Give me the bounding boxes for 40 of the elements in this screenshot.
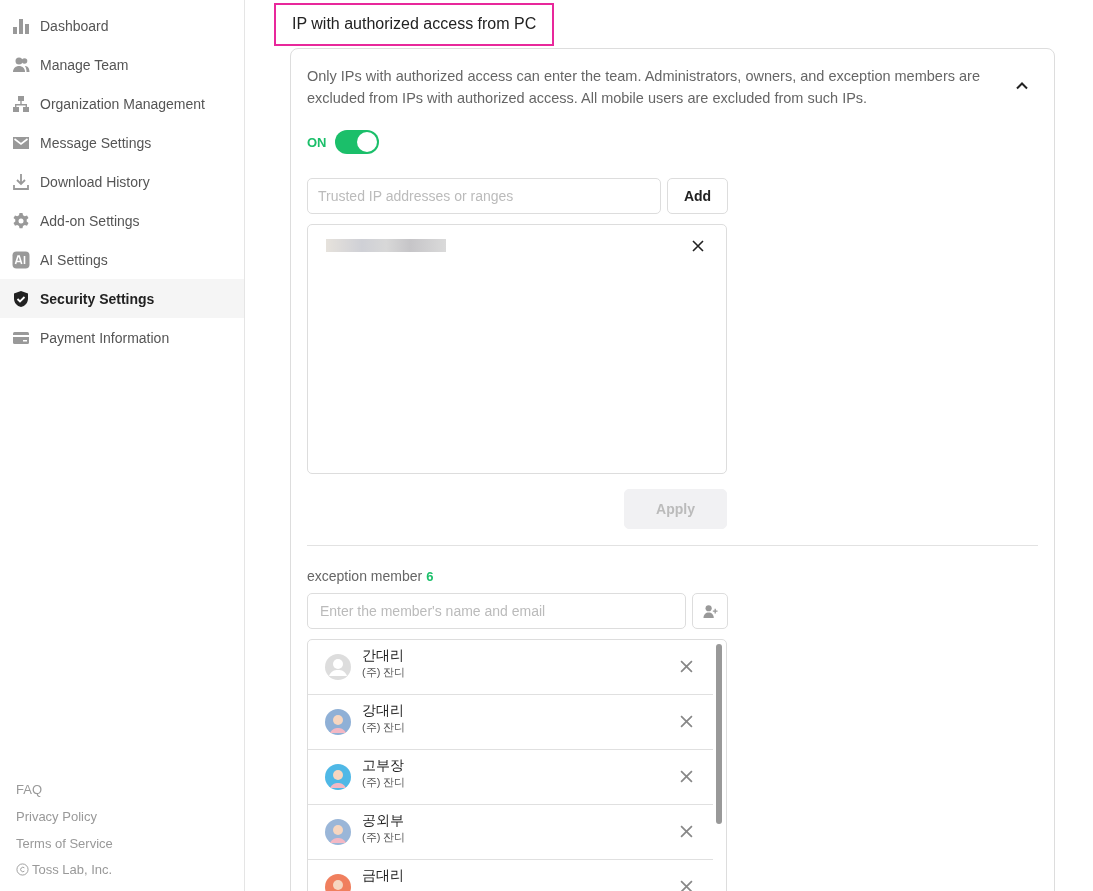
scrollbar[interactable]: [716, 644, 722, 824]
download-icon: [12, 172, 30, 191]
sidebar-item[interactable]: AI Settings: [0, 240, 244, 279]
sidebar-item[interactable]: Download History: [0, 162, 244, 201]
section-title: IP with authorized access from PC: [274, 3, 555, 46]
exception-label: exception member: [307, 568, 423, 584]
toggle-label: ON: [307, 134, 327, 150]
add-button[interactable]: Add: [667, 178, 728, 214]
sidebar-item[interactable]: Message Settings: [0, 123, 244, 162]
member-name: 공외부: [362, 813, 405, 830]
sidebar-item[interactable]: Organization Management: [0, 84, 244, 123]
member-name: 강대리: [362, 703, 405, 720]
remove-icon[interactable]: [692, 239, 704, 252]
bar-chart-icon: [12, 16, 30, 35]
add-person-icon: [702, 603, 718, 619]
member-search-field[interactable]: Enter the member's name and email: [307, 593, 686, 629]
member-org: (주) 잔디: [362, 830, 407, 844]
copyright-text: Toss Lab, Inc.: [32, 862, 113, 877]
people-icon: [12, 55, 30, 74]
ai-icon: [12, 250, 30, 269]
member-name: 간대리: [362, 648, 405, 665]
sidebar-item[interactable]: Payment Information: [0, 318, 244, 357]
member-name: 금대리: [362, 868, 405, 885]
member-org: (주) 잔디: [362, 720, 407, 734]
sidebar-item[interactable]: Add-on Settings: [0, 201, 244, 240]
gear-icon: [12, 211, 30, 230]
member-org: (주) 잔디: [362, 665, 407, 679]
sidebar-item[interactable]: Manage Team: [0, 45, 244, 84]
copyright-icon: [16, 863, 29, 876]
member-org: (주) 잔디: [362, 775, 407, 789]
shield-check-icon: [12, 289, 30, 308]
member-name: 고부장: [362, 758, 405, 775]
ip-input-field[interactable]: Trusted IP addresses or ranges: [307, 178, 661, 214]
description-text: Only IPs with authorized access can enter the team. Administrators, owners, and exception members are excluded from IPs with authorized access. All mobile users are excluded from such IPs.: [307, 67, 981, 108]
toggle-switch[interactable]: [334, 130, 379, 154]
org-chart-icon: [12, 94, 30, 113]
member-count: 6: [426, 569, 434, 584]
add-member-button[interactable]: [692, 593, 728, 629]
sidebar-item[interactable]: Dashboard: [0, 6, 244, 45]
sidebar-item[interactable]: Security Settings: [0, 279, 244, 318]
